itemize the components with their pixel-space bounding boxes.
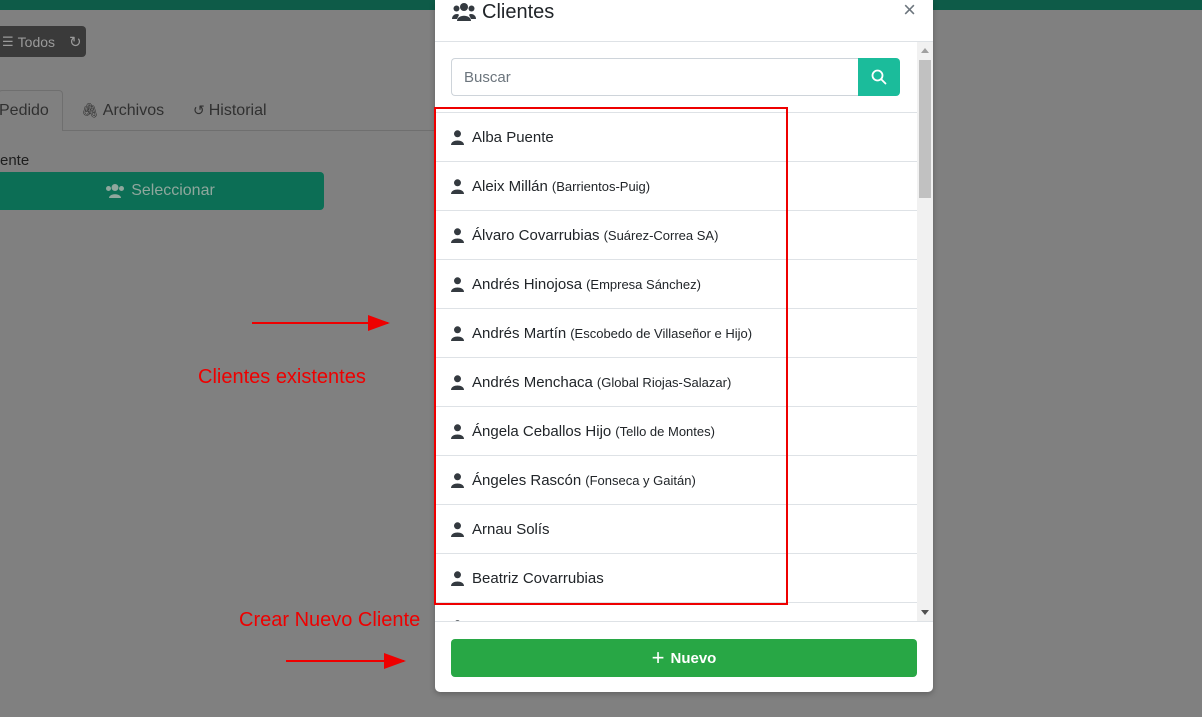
client-company: (Suárez-Correa SA) bbox=[603, 227, 719, 243]
client-name: Andrés Menchaca bbox=[472, 373, 593, 391]
todos-label: Todos bbox=[17, 33, 56, 50]
list-icon: ☰ bbox=[2, 33, 14, 49]
user-icon bbox=[451, 178, 464, 194]
client-company: (Fonseca y Gaitán) bbox=[585, 472, 696, 488]
todos-filter-button[interactable]: ☰ Todos ↻ bbox=[0, 26, 86, 57]
client-list-item-partial[interactable] bbox=[435, 603, 917, 621]
tab-archivos[interactable]: 🖇 Archivos bbox=[81, 90, 164, 131]
scroll-thumb[interactable] bbox=[919, 60, 931, 198]
annotation-existing-clients: Clientes existentes bbox=[198, 366, 366, 388]
modal-title: Clientes bbox=[452, 0, 554, 24]
client-list-item[interactable]: Arnau Solís bbox=[435, 505, 917, 554]
tab-bar: Pedido 🖇 Archivos ↺ Historial bbox=[0, 90, 435, 131]
search-input[interactable] bbox=[451, 58, 859, 96]
client-list-item[interactable]: Andrés Menchaca (Global Riojas-Salazar) bbox=[435, 358, 917, 407]
user-icon bbox=[451, 325, 464, 341]
client-list-item[interactable]: Beatriz Covarrubias bbox=[435, 554, 917, 603]
search-group bbox=[451, 58, 900, 96]
search-button[interactable] bbox=[858, 58, 900, 96]
client-name: Aleix Millán bbox=[472, 177, 548, 195]
tab-pedido[interactable]: Pedido bbox=[0, 90, 63, 131]
new-client-button[interactable]: + Nuevo bbox=[451, 639, 917, 677]
client-list-item[interactable]: Álvaro Covarrubias (Suárez-Correa SA) bbox=[435, 211, 917, 260]
client-list-item[interactable]: Aleix Millán (Barrientos-Puig) bbox=[435, 162, 917, 211]
user-icon bbox=[451, 423, 464, 439]
modal-header: Clientes × bbox=[435, 0, 933, 42]
client-company: (Empresa Sánchez) bbox=[586, 276, 701, 292]
tab-historial-label: Historial bbox=[208, 101, 267, 119]
client-name: Arnau Solís bbox=[472, 520, 550, 538]
client-list-item[interactable]: Andrés Hinojosa (Empresa Sánchez) bbox=[435, 260, 917, 309]
client-company: (Tello de Montes) bbox=[615, 423, 715, 439]
client-name: Ángela Ceballos Hijo bbox=[472, 422, 612, 440]
client-name: Álvaro Covarrubias bbox=[472, 226, 600, 244]
client-company: (Global Riojas-Salazar) bbox=[596, 374, 732, 390]
client-company: (Escobedo de Villaseñor e Hijo) bbox=[570, 325, 753, 341]
annotation-create-new-client: Crear Nuevo Cliente bbox=[239, 609, 421, 631]
client-company: (Barrientos-Puig) bbox=[551, 178, 651, 194]
users-icon bbox=[106, 184, 125, 198]
history-icon: ↺ bbox=[193, 102, 205, 118]
user-icon bbox=[451, 227, 464, 243]
scroll-down-arrow-icon[interactable] bbox=[921, 610, 929, 615]
paperclip-icon: 🖇 bbox=[81, 102, 99, 118]
plus-icon: + bbox=[651, 645, 665, 670]
client-list-item[interactable]: Andrés Martín (Escobedo de Villaseñor e H… bbox=[435, 309, 917, 358]
refresh-icon[interactable]: ↻ bbox=[69, 33, 82, 51]
user-icon bbox=[451, 570, 464, 586]
cliente-field-label: ente bbox=[0, 152, 30, 169]
tab-pedido-label: Pedido bbox=[0, 102, 49, 119]
tab-archivos-label: Archivos bbox=[102, 101, 165, 119]
client-name: Alba Puente bbox=[472, 128, 554, 146]
client-list-item[interactable]: Alba Puente bbox=[435, 113, 917, 162]
list-scrollbar[interactable] bbox=[917, 42, 933, 621]
new-client-label: Nuevo bbox=[670, 649, 717, 667]
client-list-item[interactable]: Ángela Ceballos Hijo (Tello de Montes) bbox=[435, 407, 917, 456]
client-list-item[interactable]: Ángeles Rascón (Fonseca y Gaitán) bbox=[435, 456, 917, 505]
user-icon bbox=[451, 521, 464, 537]
clients-modal: Clientes × Alba Puente Aleix Millán(Barri… bbox=[435, 0, 933, 692]
user-icon bbox=[451, 129, 464, 145]
scroll-up-arrow-icon[interactable] bbox=[921, 48, 929, 53]
tab-historial[interactable]: ↺ Historial bbox=[193, 90, 267, 131]
modal-footer: + Nuevo bbox=[435, 621, 933, 692]
client-name: Beatriz Covarrubias bbox=[472, 569, 604, 587]
client-name: Andrés Hinojosa bbox=[472, 275, 583, 293]
modal-title-text: Clientes bbox=[482, 0, 555, 23]
clients-list[interactable]: Alba Puente Aleix Millán (Barrientos-Puig)… bbox=[435, 112, 917, 621]
client-name: Andrés Martín bbox=[472, 324, 567, 342]
user-icon bbox=[451, 374, 464, 390]
arrow-existing-clients bbox=[252, 315, 390, 331]
arrow-new-client bbox=[286, 653, 406, 669]
users-icon bbox=[452, 3, 476, 21]
client-name: Ángeles Rascón bbox=[472, 471, 582, 489]
select-client-label: Seleccionar bbox=[131, 182, 215, 199]
close-button[interactable]: × bbox=[903, 0, 916, 22]
user-icon bbox=[451, 276, 464, 292]
search-icon bbox=[871, 69, 887, 85]
user-icon bbox=[451, 472, 464, 488]
select-client-button[interactable]: Seleccionar bbox=[0, 172, 324, 210]
